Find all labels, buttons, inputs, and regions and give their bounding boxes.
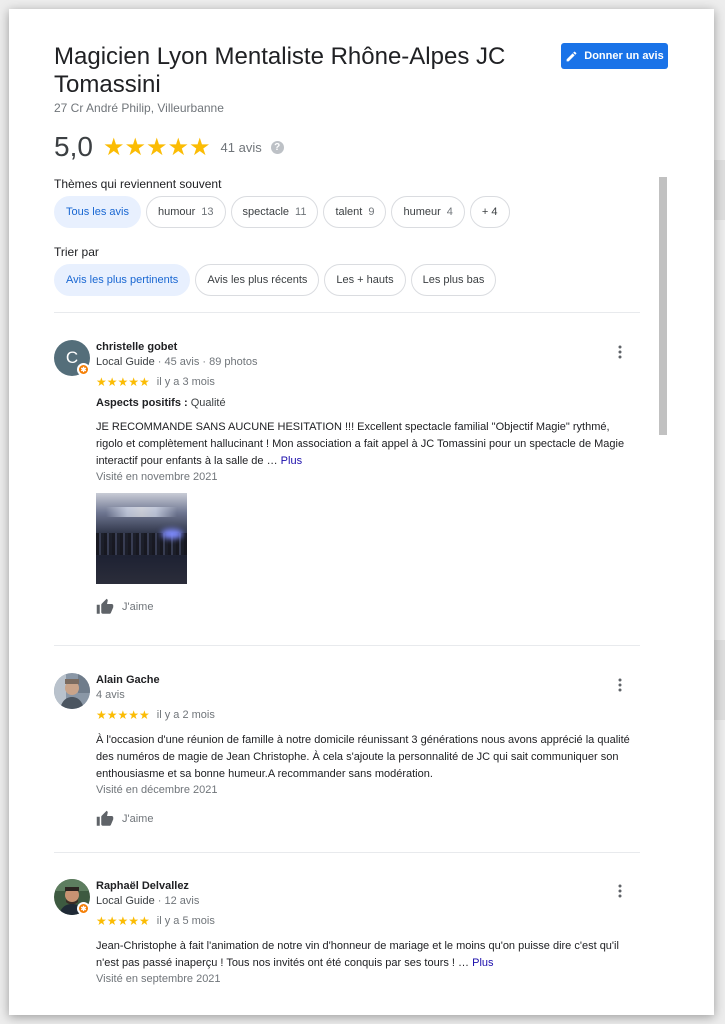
chip-label: + 4 — [481, 206, 498, 218]
review-stars: ★★★★★ — [96, 914, 150, 928]
review-aspects: Aspects positifs : Qualité — [96, 397, 636, 409]
topics-label: Thèmes qui reviennent souvent — [54, 177, 222, 191]
place-address: 27 Cr André Philip, Villeurbanne — [54, 101, 224, 115]
sort-lowest[interactable]: Les plus bas — [410, 264, 497, 296]
divider — [54, 645, 640, 646]
sort-chips: Avis les plus pertinents Avis les plus r… — [54, 264, 497, 296]
review-text: JE RECOMMANDE SANS AUCUNE HESITATION !!!… — [96, 419, 636, 470]
review-rating: ★★★★★ il y a 2 mois — [96, 708, 636, 722]
chip-label: Les + hauts — [336, 274, 394, 286]
reviewer-name[interactable]: christelle gobet — [96, 340, 636, 354]
visit-date: Visité en décembre 2021 — [96, 784, 218, 796]
more-link[interactable]: Plus — [472, 957, 493, 969]
chip-label: humour — [157, 206, 196, 218]
chip-humour[interactable]: humour 13 — [145, 196, 226, 228]
reviewer-stats: · 45 avis · 89 photos — [154, 356, 258, 368]
sort-highest[interactable]: Les + hauts — [324, 264, 406, 296]
chip-label: Tous les avis — [66, 206, 129, 218]
give-review-button[interactable]: Donner un avis — [561, 43, 668, 69]
review-stars: ★★★★★ — [96, 375, 150, 389]
help-icon[interactable]: ? — [270, 140, 284, 154]
chip-label: Les plus bas — [422, 274, 485, 286]
review-photo[interactable] — [96, 493, 187, 584]
chip-label: humeur — [403, 206, 441, 218]
review-rating: ★★★★★ il y a 5 mois — [96, 914, 636, 928]
review-stars: ★★★★★ — [96, 708, 150, 722]
review-date: il y a 5 mois — [156, 915, 215, 927]
more-options-icon[interactable] — [612, 677, 628, 693]
local-guide-badge-icon: ✱ — [77, 902, 90, 915]
chip-talent[interactable]: talent 9 — [323, 196, 387, 228]
divider — [54, 852, 640, 853]
review-body: Raphaël Delvallez Local Guide · 12 avis … — [96, 879, 636, 985]
review-date: il y a 3 mois — [156, 376, 215, 388]
sort-label: Trier par — [54, 245, 99, 259]
divider — [54, 312, 640, 313]
chip-more-topics[interactable]: + 4 — [469, 196, 510, 228]
rating-score: 5,0 — [54, 131, 93, 162]
photo-light — [106, 507, 177, 517]
rating-summary: 5,0 ★★★★★ 41 avis ? — [54, 131, 284, 163]
reviewer-name[interactable]: Alain Gache — [96, 673, 636, 687]
aspects-label: Aspects positifs : — [96, 397, 188, 409]
chip-humeur[interactable]: humeur 4 — [391, 196, 465, 228]
thumbs-up-icon — [96, 598, 114, 614]
like-button[interactable]: J'aime — [96, 810, 636, 828]
review-body: Alain Gache 4 avis ★★★★★ il y a 2 mois À… — [96, 673, 636, 828]
reviews-dialog: Magicien Lyon Mentaliste Rhône-Alpes JC … — [9, 9, 714, 1015]
chip-all-reviews[interactable]: Tous les avis — [54, 196, 141, 228]
scrollbar-thumb[interactable] — [659, 177, 667, 435]
give-review-label: Donner un avis — [584, 50, 664, 62]
chip-count: 11 — [295, 206, 307, 218]
visit-date: Visité en septembre 2021 — [96, 973, 221, 985]
chip-count: 9 — [368, 206, 375, 218]
chip-label: Avis les plus pertinents — [66, 274, 179, 286]
review-date: il y a 2 mois — [156, 709, 215, 721]
chip-label: talent — [335, 206, 363, 218]
reviewer-meta: Local Guide · 45 avis · 89 photos — [96, 354, 636, 370]
chip-count: 4 — [446, 206, 453, 218]
chip-label: Avis les plus récents — [207, 274, 308, 286]
local-guide-label: Local Guide — [96, 356, 155, 368]
place-title: Magicien Lyon Mentaliste Rhône-Alpes JC … — [54, 43, 506, 98]
sort-newest[interactable]: Avis les plus récents — [195, 264, 320, 296]
pencil-icon — [566, 51, 577, 61]
photo-glow — [161, 529, 183, 539]
review-text-content: JE RECOMMANDE SANS AUCUNE HESITATION !!!… — [96, 421, 625, 467]
sort-most-relevant[interactable]: Avis les plus pertinents — [54, 264, 191, 296]
reviewer-stats: · 12 avis — [154, 895, 200, 907]
review-count: 41 avis — [220, 139, 262, 155]
reviewer-name[interactable]: Raphaël Delvallez — [96, 879, 636, 893]
visit-date: Visité en novembre 2021 — [96, 471, 218, 483]
like-label: J'aime — [122, 813, 154, 825]
local-guide-badge-icon: ✱ — [77, 363, 90, 376]
chip-label: spectacle — [242, 206, 290, 218]
reviewer-stats: 4 avis — [96, 689, 125, 701]
thumbs-up-icon — [96, 810, 114, 826]
more-link[interactable]: Plus — [281, 455, 302, 467]
local-guide-label: Local Guide — [96, 895, 155, 907]
review-rating: ★★★★★ il y a 3 mois — [96, 375, 636, 389]
chip-spectacle[interactable]: spectacle 11 — [230, 196, 319, 228]
like-label: J'aime — [122, 601, 154, 613]
review-text: À l'occasion d'une réunion de famille à … — [96, 734, 630, 780]
avatar-letter: C — [65, 348, 79, 367]
reviewer-meta: Local Guide · 12 avis — [96, 893, 636, 909]
like-button[interactable]: J'aime — [96, 598, 636, 616]
topic-chips: Tous les avis humour 13 spectacle 11 talen… — [54, 196, 510, 228]
review-body: christelle gobet Local Guide · 45 avis ·… — [96, 340, 636, 616]
person-photo-icon — [54, 673, 90, 709]
avatar[interactable] — [54, 673, 90, 709]
review-text: Jean-Christophe à fait l'animation de no… — [96, 938, 636, 972]
chip-count: 13 — [201, 206, 214, 218]
aspects-value: Qualité — [187, 397, 226, 409]
more-options-icon[interactable] — [612, 344, 628, 360]
review-text-content: Jean-Christophe à fait l'animation de no… — [96, 940, 619, 969]
more-options-icon[interactable] — [612, 883, 628, 899]
rating-stars: ★★★★★ — [102, 133, 211, 161]
